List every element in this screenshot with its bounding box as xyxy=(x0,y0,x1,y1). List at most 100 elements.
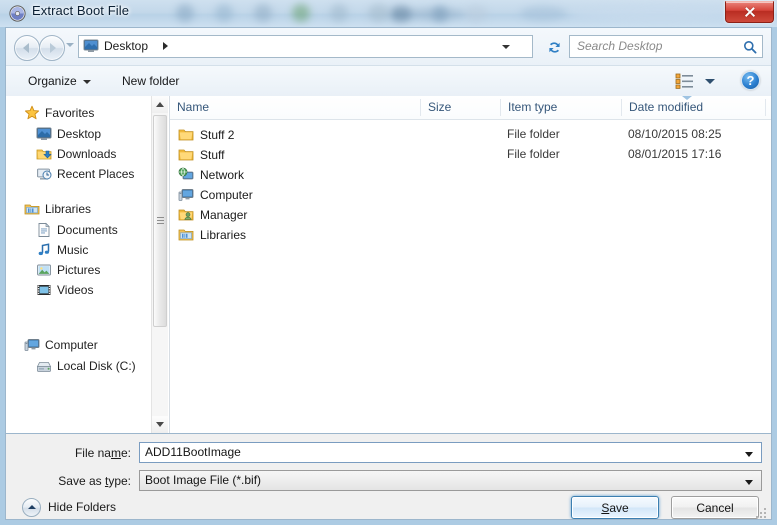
star-icon xyxy=(24,105,40,121)
scrollbar-thumb[interactable] xyxy=(153,115,167,327)
new-folder-label: New folder xyxy=(122,74,180,88)
column-headers: Name Size Item type Date modified xyxy=(170,96,771,120)
save-label: Save xyxy=(601,500,629,515)
file-name-cell: Stuff xyxy=(178,145,224,165)
view-mode-button[interactable] xyxy=(674,72,696,90)
harddisk-icon xyxy=(36,358,52,374)
recent-places-icon xyxy=(36,166,52,182)
help-button[interactable]: ? xyxy=(741,71,760,90)
file-name-label: Stuff xyxy=(200,148,225,162)
sidebar-label: Documents xyxy=(57,223,118,237)
scroll-down-button[interactable] xyxy=(152,416,168,433)
organize-label: Organize xyxy=(28,74,77,88)
file-name-value[interactable]: ADD11BootImage xyxy=(145,445,241,459)
documents-icon xyxy=(36,222,52,238)
file-name-label: Computer xyxy=(200,188,253,202)
sidebar-item-music[interactable]: Music xyxy=(36,240,169,260)
hide-folders-label: Hide Folders xyxy=(48,500,117,514)
column-header-item-type[interactable]: Item type xyxy=(501,96,621,119)
file-name-label: Manager xyxy=(200,208,248,222)
scrollbar-grip-icon xyxy=(157,217,164,225)
column-label: Size xyxy=(428,100,452,114)
window-title: Extract Boot File xyxy=(32,3,130,18)
sidebar-label: Local Disk (C:) xyxy=(57,359,136,373)
save-as-type-select[interactable]: Boot Image File (*.bif) xyxy=(139,470,762,491)
sidebar-group-libraries[interactable]: Libraries xyxy=(24,199,169,219)
column-header-name[interactable]: Name xyxy=(170,96,420,119)
disc-icon xyxy=(9,5,26,22)
column-divider[interactable] xyxy=(765,99,766,116)
chevron-down-icon[interactable] xyxy=(745,480,753,485)
address-bar[interactable]: Desktop xyxy=(78,35,533,58)
folder-icon xyxy=(178,147,194,163)
view-dropdown-icon[interactable] xyxy=(705,79,715,84)
breadcrumb-desktop[interactable]: Desktop xyxy=(104,39,148,53)
table-row[interactable]: Libraries xyxy=(170,225,771,245)
sidebar-label: Favorites xyxy=(45,106,95,120)
search-box[interactable]: Search Desktop xyxy=(569,35,763,58)
search-input[interactable]: Search Desktop xyxy=(577,39,662,53)
table-row[interactable]: Manager xyxy=(170,205,771,225)
file-name-label: Stuff 2 xyxy=(200,128,235,142)
sidebar-label: Pictures xyxy=(57,263,101,277)
sort-ascending-icon xyxy=(682,96,692,100)
sidebar-item-documents[interactable]: Documents xyxy=(36,220,169,240)
close-button[interactable] xyxy=(725,1,774,23)
navigation-pane: Favorites Desktop Downloads Recent Place… xyxy=(6,96,170,433)
table-row[interactable]: Network xyxy=(170,165,771,185)
address-dropdown-icon[interactable] xyxy=(502,45,510,49)
sidebar-label: Downloads xyxy=(57,147,117,161)
sidebar-scrollbar[interactable] xyxy=(151,96,168,433)
table-row[interactable]: Stuff 2 File folder 08/10/2015 08:25 xyxy=(170,125,771,145)
main-content: Favorites Desktop Downloads Recent Place… xyxy=(6,96,771,433)
chevron-down-icon[interactable] xyxy=(745,452,753,457)
libraries-icon xyxy=(24,201,40,217)
chevron-right-icon xyxy=(50,43,56,53)
sidebar-item-local-disk-c[interactable]: Local Disk (C:) xyxy=(36,356,169,376)
forward-button[interactable] xyxy=(39,35,65,61)
sidebar-group-computer[interactable]: Computer xyxy=(24,335,169,355)
music-icon xyxy=(36,242,52,258)
organize-button[interactable]: Organize xyxy=(22,71,97,91)
sidebar-group-favorites[interactable]: Favorites xyxy=(24,103,169,123)
back-button[interactable] xyxy=(14,35,40,61)
cancel-button[interactable]: Cancel xyxy=(671,496,759,519)
sidebar-item-desktop[interactable]: Desktop xyxy=(36,124,169,144)
breadcrumb-chevron-icon[interactable] xyxy=(163,42,168,50)
sidebar-item-downloads[interactable]: Downloads xyxy=(36,144,169,164)
file-name-input[interactable]: ADD11BootImage xyxy=(139,442,762,463)
resize-grip[interactable] xyxy=(756,506,768,518)
scroll-up-button[interactable] xyxy=(152,96,168,113)
save-as-type-value: Boot Image File (*.bif) xyxy=(145,473,262,487)
sidebar-label: Videos xyxy=(57,283,94,297)
sidebar-item-recent-places[interactable]: Recent Places xyxy=(36,164,169,184)
recent-pages-dropdown-icon[interactable] xyxy=(66,43,74,47)
table-row[interactable]: Computer xyxy=(170,185,771,205)
title-bar[interactable]: Extract Boot File xyxy=(0,0,777,27)
save-button[interactable]: Save xyxy=(571,496,659,519)
column-header-date-modified[interactable]: Date modified xyxy=(622,96,765,119)
file-name-cell: Computer xyxy=(178,185,253,205)
file-type-cell: File folder xyxy=(507,147,560,161)
sidebar-label: Desktop xyxy=(57,127,102,141)
file-name-label: Network xyxy=(200,168,245,182)
cancel-label: Cancel xyxy=(696,500,734,515)
videos-icon xyxy=(36,282,52,298)
sidebar-item-pictures[interactable]: Pictures xyxy=(36,260,169,280)
column-header-size[interactable]: Size xyxy=(421,96,500,119)
refresh-button[interactable] xyxy=(542,35,566,60)
hide-folders-button[interactable]: Hide Folders xyxy=(22,497,116,517)
search-icon[interactable] xyxy=(743,40,757,54)
file-date-cell: 08/10/2015 08:25 xyxy=(628,127,722,141)
dialog-footer: Hide Folders Save Cancel xyxy=(6,493,771,519)
file-name-cell: Manager xyxy=(178,205,247,225)
new-folder-button[interactable]: New folder xyxy=(116,71,185,91)
save-form: File name: ADD11BootImage Save as type: … xyxy=(6,433,771,494)
chevron-left-icon xyxy=(23,43,29,53)
folder-icon xyxy=(178,127,194,143)
save-dialog-window: Extract Boot File Desktop Search Desktop… xyxy=(0,0,777,525)
column-label: Item type xyxy=(508,100,558,114)
table-row[interactable]: Stuff File folder 08/01/2015 17:16 xyxy=(170,145,771,165)
sidebar-label: Music xyxy=(57,243,89,257)
sidebar-item-videos[interactable]: Videos xyxy=(36,280,169,300)
